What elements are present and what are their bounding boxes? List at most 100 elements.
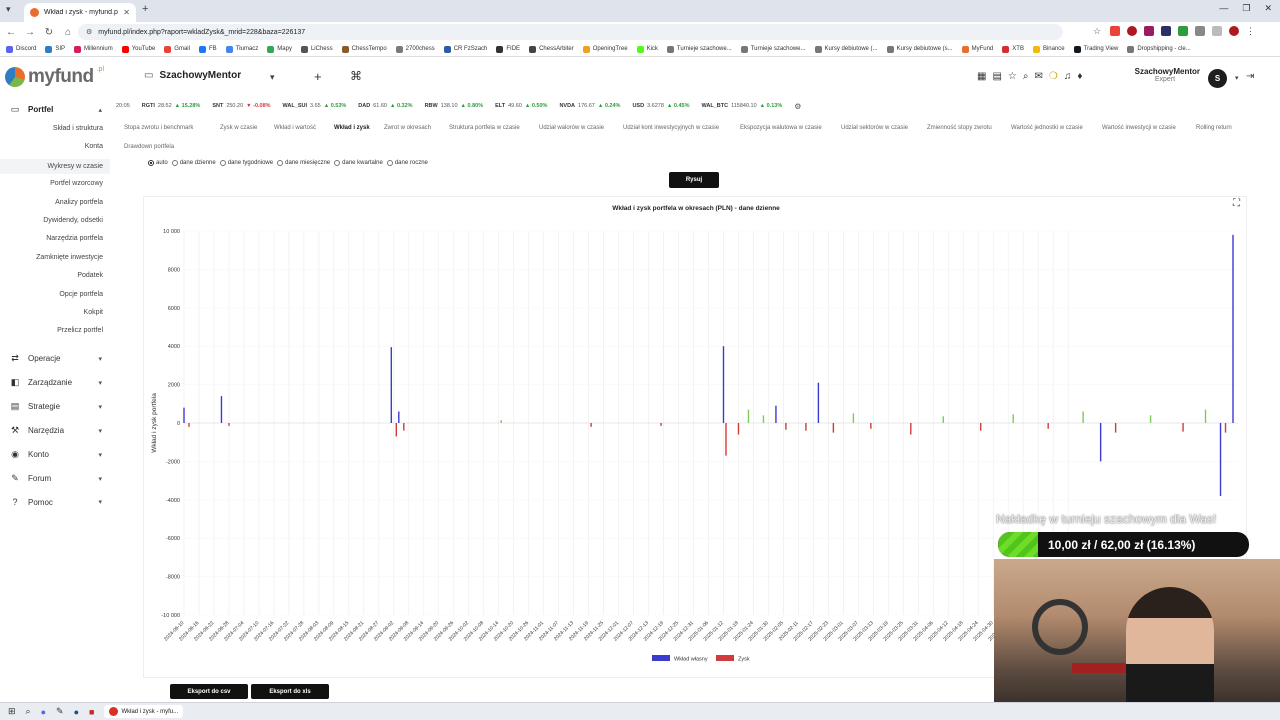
grid-icon[interactable]: ▦ bbox=[977, 71, 986, 82]
sidebar-subitem-kokpit[interactable]: Kokpit bbox=[3, 309, 103, 316]
ticker-item-rgti[interactable]: RGTI 28.52 ▲ 15.28% bbox=[142, 103, 201, 109]
bookmark-chesstempo[interactable]: ChessTempo bbox=[341, 45, 387, 53]
ticker-item-wal-btc[interactable]: WAL_BTC 115840.10 ▲ 0.13% bbox=[701, 103, 782, 109]
tab-zwrot-w-okresach[interactable]: Zwrot w okresach bbox=[384, 125, 431, 131]
ticker-item-usd[interactable]: USD 3.6278 ▲ 0.45% bbox=[632, 103, 689, 109]
sidebar-subitem-sklad-i-struktura[interactable]: Skład i struktura bbox=[3, 125, 103, 132]
chevron-down-icon[interactable]: ▾ bbox=[1235, 74, 1239, 82]
tab-wartosc-jednostki-w-czasie[interactable]: Wartość jednostki w czasie bbox=[1011, 125, 1083, 131]
steam-icon[interactable]: ● bbox=[74, 707, 79, 717]
url-field[interactable]: ⚙ myfund.pl/index.php?raport=wkladZysk&_… bbox=[78, 24, 1063, 40]
avatar[interactable]: S bbox=[1208, 69, 1227, 88]
ticker-item-elt[interactable]: ELT 49.60 ▲ 0.50% bbox=[495, 103, 547, 109]
ticker-item-rbw[interactable]: RBW 138.10 ▲ 0.80% bbox=[425, 103, 484, 109]
sidebar-item-forum[interactable]: ✎ Forum ▾ bbox=[10, 473, 102, 484]
sidebar-subitem-konta[interactable]: Konta bbox=[3, 143, 103, 150]
tab-stopa-zwrotu-i-benchmark[interactable]: Stopa zwrotu i benchmark bbox=[124, 125, 193, 131]
bookmark-xtb[interactable]: XTB bbox=[1002, 45, 1024, 53]
new-tab-icon[interactable]: + bbox=[142, 3, 148, 15]
profile-icon[interactable] bbox=[1229, 26, 1239, 36]
sidebar-item-strategie[interactable]: ▤ Strategie ▾ bbox=[10, 401, 102, 412]
tab-struktura-portfela-w-czasie[interactable]: Struktura portfela w czasie bbox=[449, 125, 520, 131]
tab-wklad-i-zysk[interactable]: Wkład i zysk bbox=[334, 125, 370, 131]
bookmark-lichess[interactable]: LiChess bbox=[300, 45, 333, 53]
bookmark-2700chess[interactable]: 2700chess bbox=[395, 45, 435, 53]
chat-app-icon[interactable]: ● bbox=[41, 707, 46, 717]
radio-dane-tygodniowe[interactable]: dane tygodniowe bbox=[219, 160, 273, 166]
draw-button[interactable]: Rysuj bbox=[669, 172, 719, 188]
tab-wklad-i-wartosc[interactable]: Wkład i wartość bbox=[274, 125, 316, 131]
taskbar-browser-app[interactable]: Wkład i zysk - myfu... bbox=[104, 705, 184, 718]
radio-auto[interactable]: auto bbox=[148, 160, 168, 166]
bookmark-kursy-debiutowe-s[interactable]: Kursy debiutowe (s... bbox=[886, 45, 953, 53]
bookmark-discord[interactable]: Discord bbox=[6, 45, 36, 53]
site-info-icon[interactable]: ⚙ bbox=[86, 28, 92, 36]
bookmark-trading-view[interactable]: Trading View bbox=[1073, 45, 1118, 53]
bookmark-millennium[interactable]: Millennium bbox=[74, 45, 113, 53]
back-icon[interactable]: ← bbox=[3, 27, 19, 38]
minimize-icon[interactable]: — bbox=[1219, 3, 1228, 14]
tab-ekspozycja-walutowa-w-czasie[interactable]: Ekspozycja walutowa w czasie bbox=[740, 125, 822, 131]
sidebar-subitem-narzedzia-portfela[interactable]: Narzędzia portfela bbox=[3, 235, 103, 242]
mail-icon[interactable]: ✉ bbox=[1034, 71, 1042, 82]
logout-icon[interactable]: ⇥ bbox=[1246, 71, 1254, 82]
add-icon[interactable]: + bbox=[314, 69, 322, 84]
star-icon[interactable]: ☆ bbox=[1008, 71, 1017, 82]
ticker-item-snt[interactable]: SNT 250.20 ▼ -0.08% bbox=[212, 103, 270, 109]
bell-icon[interactable]: ♫ bbox=[1064, 71, 1072, 82]
ticker-item-dad[interactable]: DAD 61.60 ▲ 0.32% bbox=[358, 103, 412, 109]
bookmark-gmail[interactable]: Gmail bbox=[164, 45, 190, 53]
search-icon[interactable]: ⌕ bbox=[1023, 71, 1029, 82]
bookmark-kick[interactable]: Kick bbox=[636, 45, 658, 53]
ext-magenta-icon[interactable] bbox=[1144, 26, 1154, 36]
bookmark-myfund[interactable]: MyFund bbox=[961, 45, 993, 53]
bookmark-youtube[interactable]: YouTube bbox=[121, 45, 155, 53]
bookmark-fb[interactable]: FB bbox=[198, 45, 217, 53]
sidebar-item-konto[interactable]: ◉ Konto ▾ bbox=[10, 449, 102, 460]
export-xls-button[interactable]: Eksport do xls bbox=[251, 684, 329, 699]
bookmark-mapy[interactable]: Mapy bbox=[267, 45, 292, 53]
tab-udzial-sektorow-w-czasie[interactable]: Udział sektorów w czasie bbox=[841, 125, 908, 131]
bookmark-turnieje-szachowe[interactable]: Turnieje szachowe... bbox=[740, 45, 806, 53]
radio-dane-roczne[interactable]: dane roczne bbox=[386, 160, 428, 166]
user-info[interactable]: SzachowyMentor Expert bbox=[1130, 67, 1200, 83]
pen-app-icon[interactable]: ✎ bbox=[56, 706, 64, 717]
search-icon[interactable]: ⌕ bbox=[26, 706, 31, 717]
gmail-ext-icon[interactable] bbox=[1110, 26, 1120, 36]
tab-rolling-return[interactable]: Rolling return bbox=[1196, 125, 1232, 131]
sidebar-subitem-przelicz-portfel[interactable]: Przelicz portfel bbox=[3, 327, 103, 334]
menu-icon[interactable]: ⋮ bbox=[1246, 26, 1256, 36]
bookmark-tlumacz[interactable]: Tłumacz bbox=[225, 45, 258, 53]
bookmark-fide[interactable]: FIDE bbox=[496, 45, 520, 53]
bookmark-star-icon[interactable]: ☆ bbox=[1093, 26, 1103, 36]
expand-icon[interactable]: ⛶ bbox=[1233, 198, 1240, 209]
ticker-item-wal-sui[interactable]: WAL_SUI 3.65 ▲ 0.53% bbox=[283, 103, 347, 109]
tab-wartosc-inwestycji-w-czasie[interactable]: Wartość inwestycji w czasie bbox=[1102, 125, 1176, 131]
ext-dark-icon[interactable] bbox=[1161, 26, 1171, 36]
radio-dane-miesieczne[interactable]: dane miesięczne bbox=[277, 160, 330, 166]
sidebar-subitem-podatek[interactable]: Podatek bbox=[3, 272, 103, 279]
gear-icon[interactable]: ⚙ bbox=[794, 102, 801, 111]
chevron-down-icon[interactable]: ▾ bbox=[270, 72, 275, 83]
chat-icon[interactable]: ❍ bbox=[1049, 71, 1058, 82]
sidebar-item-operacje[interactable]: ⇄ Operacje ▾ bbox=[10, 353, 102, 364]
lightbulb-icon[interactable]: ♦ bbox=[1077, 71, 1082, 82]
tab-zmiennosc-stopy-zwrotu[interactable]: Zmienność stopy zwrotu bbox=[927, 125, 992, 131]
sidebar-item-narzedzia[interactable]: ⚒ Narzędzia ▾ bbox=[10, 425, 102, 436]
browser-tab[interactable]: Wkład i zysk - myfund.pl ✕ bbox=[24, 3, 136, 22]
radio-dane-dzienne[interactable]: dane dzienne bbox=[171, 160, 216, 166]
bookmark-dropshipping-cle[interactable]: Dropshipping - cle... bbox=[1127, 45, 1191, 53]
bookmark-binance[interactable]: Binance bbox=[1032, 45, 1065, 53]
forward-icon[interactable]: → bbox=[22, 27, 38, 38]
radio-dane-kwartalne[interactable]: dane kwartalne bbox=[334, 160, 383, 166]
tab-udzial-kont-inwestycyjnych-w-czasie[interactable]: Udział kont inwestycyjnych w czasie bbox=[623, 125, 719, 131]
sidebar-icon[interactable] bbox=[1212, 26, 1222, 36]
bookmark-turnieje-szachowe[interactable]: Turnieje szachowe... bbox=[666, 45, 732, 53]
extensions-icon[interactable] bbox=[1195, 26, 1205, 36]
sidebar-subitem-portfel-wzorcowy[interactable]: Portfel wzorcowy bbox=[3, 180, 103, 187]
sidebar-subitem-analizy-portfela[interactable]: Analizy portfela bbox=[3, 199, 103, 206]
maximize-icon[interactable]: ❐ bbox=[1242, 3, 1250, 14]
export-csv-button[interactable]: Eksport do csv bbox=[170, 684, 248, 699]
ext-red-icon[interactable] bbox=[1127, 26, 1137, 36]
sidebar-item-portfel[interactable]: ▭ Portfel ▴ bbox=[10, 104, 102, 115]
